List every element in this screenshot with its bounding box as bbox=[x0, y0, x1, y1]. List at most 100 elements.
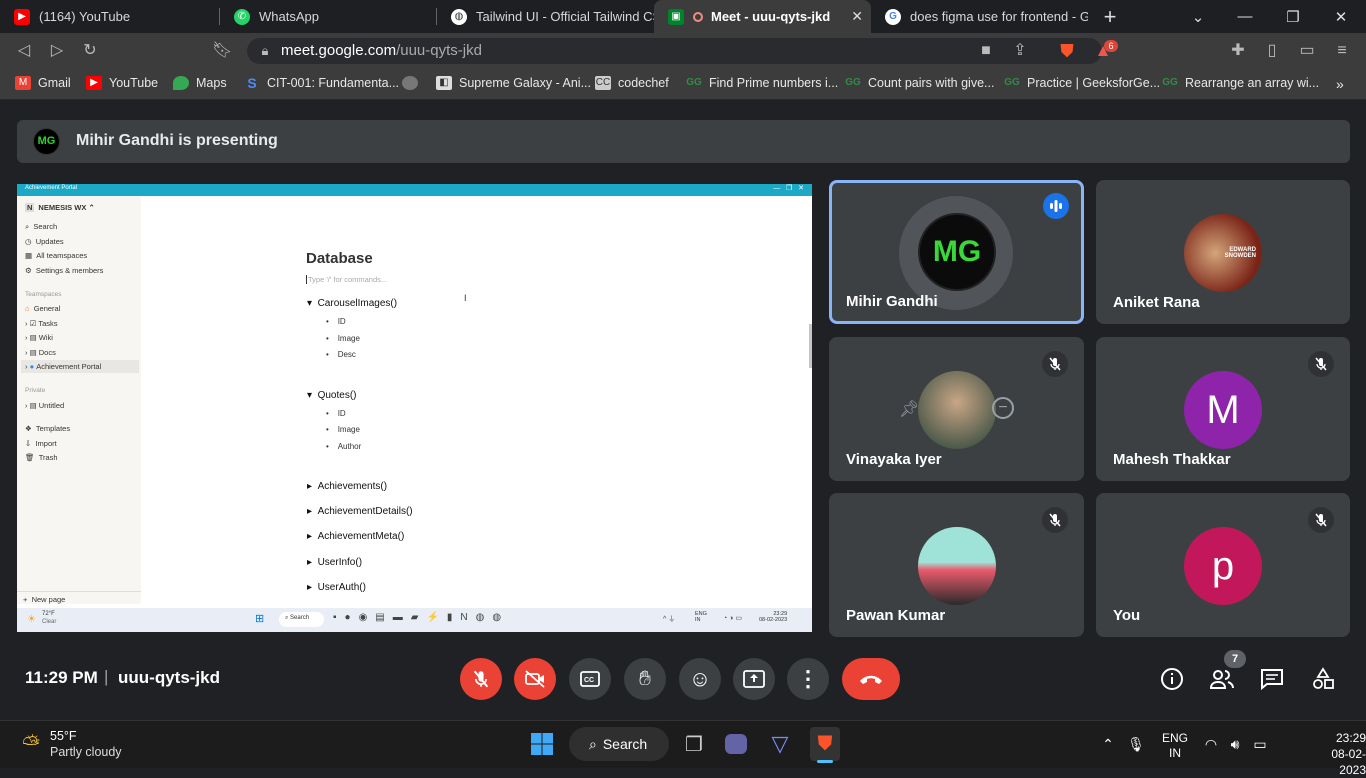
block-item: • Image bbox=[326, 425, 360, 434]
task-view-icon[interactable]: ❐ bbox=[680, 730, 708, 758]
captions-button[interactable]: CC bbox=[569, 658, 611, 700]
mic-toggle-button[interactable] bbox=[460, 658, 502, 700]
extensions-icon[interactable]: ✚ bbox=[1228, 41, 1248, 61]
block-item: • ID bbox=[326, 317, 346, 326]
avatar bbox=[918, 527, 996, 605]
toggle-userinfo: ▸ UserInfo() bbox=[307, 557, 363, 568]
command-placeholder: Type '/' for commands... bbox=[306, 275, 388, 284]
participant-name: Mahesh Thakkar bbox=[1113, 451, 1231, 468]
more-options-button[interactable]: ⋮ bbox=[787, 658, 829, 700]
camera-toggle-button[interactable] bbox=[514, 658, 556, 700]
side-teamspaces: ▦ All teamspaces bbox=[25, 251, 88, 260]
tab-google-search[interactable]: Gdoes figma use for frontend - Goo bbox=[871, 0, 1088, 33]
share-icon[interactable]: ⇪ bbox=[1010, 41, 1030, 61]
minimize-button[interactable]: — bbox=[1222, 0, 1268, 33]
bookmark-rearrange[interactable]: GG Rearrange an array wi... bbox=[1162, 76, 1319, 90]
wifi-icon[interactable]: ◠ bbox=[1202, 734, 1220, 754]
present-icon bbox=[743, 670, 765, 688]
back-icon[interactable]: ◁ bbox=[14, 41, 34, 61]
bookmark-youtube[interactable]: ▶ YouTube bbox=[86, 76, 158, 90]
bookmark-codechef[interactable]: CC codechef bbox=[595, 76, 669, 90]
participant-tile-pawan[interactable]: Pawan Kumar bbox=[829, 493, 1084, 637]
bookmark-gmail[interactable]: M Gmail bbox=[15, 76, 71, 90]
battery-icon[interactable]: ▭ bbox=[1250, 734, 1270, 754]
remove-icon[interactable]: − bbox=[992, 397, 1014, 419]
taskbar-weather[interactable]: Partly cloudy bbox=[50, 745, 122, 759]
tab-meet[interactable]: ▣ Meet - uuu-qyts-jkd ✕ bbox=[654, 0, 871, 33]
new-tab-button[interactable]: + bbox=[1087, 0, 1133, 33]
avatar: MG bbox=[918, 213, 996, 291]
weather-icon[interactable]: ⛅︎ bbox=[16, 729, 46, 759]
bookmark-cit[interactable]: S CIT-001: Fundamenta... bbox=[244, 76, 399, 90]
bookmark-prime[interactable]: GG Find Prime numbers i... bbox=[686, 76, 838, 90]
bookmark-practice[interactable]: GG Practice | GeeksforGe... bbox=[1004, 76, 1160, 90]
brave-shield-icon[interactable]: ⛊ bbox=[1057, 41, 1077, 61]
taskbar-temp[interactable]: 55°F bbox=[50, 729, 77, 743]
shared-window-title: Achievement Portal bbox=[25, 185, 78, 191]
reactions-button[interactable]: ☺ bbox=[679, 658, 721, 700]
language-indicator[interactable]: ENG IN bbox=[1162, 731, 1188, 761]
bookmark-pairs[interactable]: GG Count pairs with give... bbox=[845, 76, 994, 90]
shared-weather: Clear bbox=[42, 619, 57, 625]
reload-icon[interactable]: ↻ bbox=[80, 41, 100, 61]
menu-icon[interactable]: ≡ bbox=[1332, 41, 1352, 61]
taskbar-search[interactable]: ⌕ Search bbox=[569, 727, 669, 761]
close-tab-icon[interactable]: ✕ bbox=[851, 8, 863, 25]
tab-youtube[interactable]: ▶ (1164) YouTube bbox=[0, 0, 220, 33]
participant-tile-mahesh[interactable]: M Mahesh Thakkar bbox=[1096, 337, 1350, 481]
brave-taskbar-icon[interactable]: ⛊ bbox=[810, 727, 840, 761]
block-item: • Desc bbox=[326, 350, 356, 359]
close-window-button[interactable]: ✕ bbox=[1318, 0, 1364, 33]
activities-button[interactable] bbox=[1307, 663, 1339, 695]
wallet-icon[interactable]: ▭ bbox=[1297, 41, 1317, 61]
vpn-app-icon[interactable]: ▽ bbox=[766, 730, 794, 758]
url-text[interactable]: meet.google.com/uuu-qyts-jkd bbox=[281, 42, 482, 59]
meet-chat-app-icon[interactable] bbox=[722, 730, 750, 758]
tab-search-chevron-icon[interactable]: ⌄ bbox=[1175, 0, 1221, 33]
participant-tile-aniket[interactable]: EDWARD SNOWDEN Aniket Rana bbox=[1096, 180, 1350, 324]
pin-icon[interactable]: 📌︎ bbox=[899, 399, 919, 419]
toggle-achievements: ▸ Achievements() bbox=[307, 481, 388, 492]
bookmark-globe[interactable] bbox=[402, 76, 425, 90]
gfg-icon: GG bbox=[1162, 77, 1178, 88]
chat-button[interactable] bbox=[1256, 663, 1288, 695]
camera-blocked-icon[interactable]: ■ bbox=[976, 41, 996, 61]
rewards-badge: 6 bbox=[1104, 40, 1118, 52]
leave-call-button[interactable] bbox=[842, 658, 900, 700]
participant-tile-mihir[interactable]: MG Mihir Gandhi bbox=[829, 180, 1084, 324]
bookmark-icon[interactable]: 🔖︎ bbox=[212, 41, 232, 61]
volume-icon[interactable]: 🔊︎ bbox=[1226, 734, 1244, 754]
taskbar-clock[interactable]: 23:29 08-02-2023 bbox=[1313, 730, 1366, 778]
present-button[interactable] bbox=[733, 658, 775, 700]
bookmark-supreme-galaxy[interactable]: ◧ Supreme Galaxy - Ani... bbox=[436, 76, 591, 90]
shared-clock: 23:29 08-02-2023 bbox=[759, 611, 788, 623]
sidebar-icon[interactable]: ▯ bbox=[1262, 41, 1282, 61]
end-call-icon bbox=[860, 675, 882, 684]
meeting-details-button[interactable] bbox=[1156, 663, 1188, 695]
block-item: • ID bbox=[326, 409, 346, 418]
restore-button[interactable]: ❐ bbox=[1270, 0, 1316, 33]
raise-hand-button[interactable]: ✋︎ bbox=[624, 658, 666, 700]
tab-whatsapp[interactable]: ✆ WhatsApp bbox=[220, 0, 437, 33]
info-icon bbox=[1161, 668, 1183, 690]
globe-icon bbox=[402, 76, 418, 90]
side-untitled: › ▤ Untitled bbox=[25, 401, 65, 410]
start-button[interactable] bbox=[528, 730, 556, 758]
tray-chevron-icon[interactable]: ⌃ bbox=[1099, 734, 1117, 754]
youtube-icon: ▶ bbox=[14, 8, 30, 25]
avatar: EDWARD SNOWDEN bbox=[1184, 214, 1262, 292]
microphone-icon[interactable]: 🎙︎ bbox=[1127, 734, 1145, 754]
mic-off-icon bbox=[1308, 507, 1334, 533]
presenting-text: Mihir Gandhi is presenting bbox=[76, 132, 278, 149]
block-carousel: ▾ CarouselImages() bbox=[307, 298, 398, 309]
shared-screen[interactable]: Achievement Portal — ❐ ✕ N NEMESIS WX ⌃ ⌕… bbox=[17, 184, 812, 632]
tab-tailwind[interactable]: ◍ Tailwind UI - Official Tailwind CSS C bbox=[437, 0, 654, 33]
more-bookmarks-icon[interactable]: » bbox=[1336, 76, 1344, 92]
forward-icon[interactable]: ▷ bbox=[47, 41, 67, 61]
side-search: ⌕ Search bbox=[25, 222, 58, 231]
lock-icon[interactable]: 🔒︎ bbox=[255, 41, 275, 61]
block-item: • Author bbox=[326, 442, 362, 451]
participant-tile-you[interactable]: p You bbox=[1096, 493, 1350, 637]
bookmark-maps[interactable]: Maps bbox=[173, 76, 227, 90]
participant-tile-vinayaka[interactable]: 📌︎ − Vinayaka Iyer bbox=[829, 337, 1084, 481]
